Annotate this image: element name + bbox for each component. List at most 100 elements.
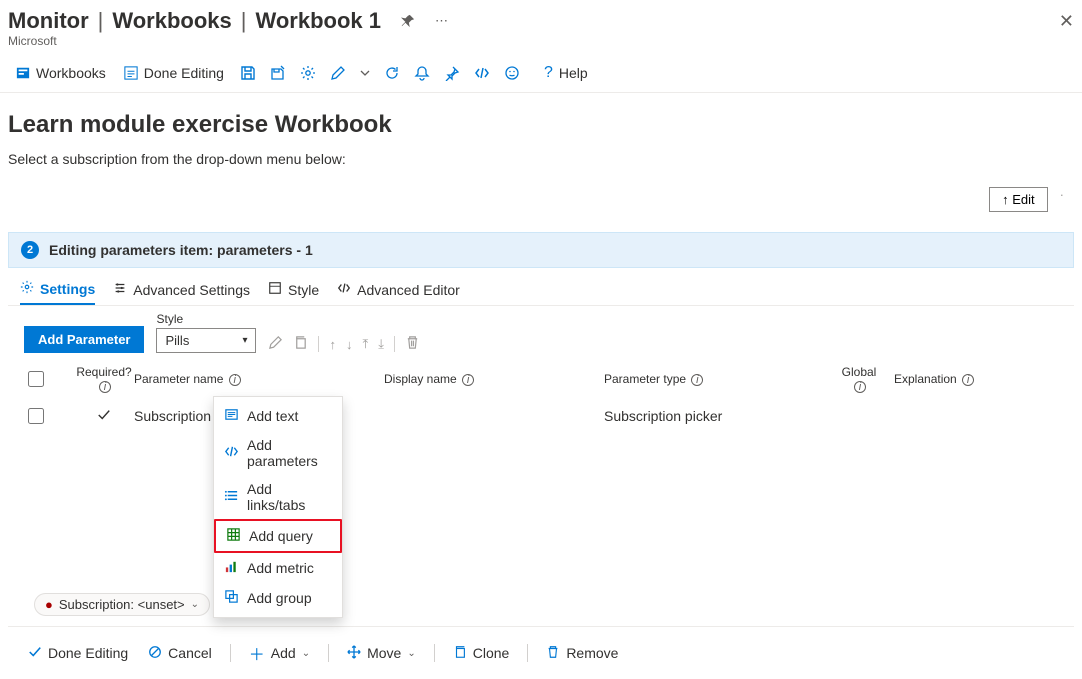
param-bar: Add Parameter Style Pills ▾ ↑ ↓ ⤒ ⤓ [8,306,1074,359]
footer-move-label: Move [367,645,401,661]
menu-add-links-label: Add links/tabs [247,481,332,513]
menu-add-metric[interactable]: Add metric [214,553,342,583]
sliders-icon [113,281,127,298]
breadcrumb-monitor[interactable]: Monitor [8,8,89,34]
toolbar-workbooks[interactable]: Workbooks [8,61,114,85]
arrow-down-icon[interactable]: ↓ [346,337,353,352]
save-icon[interactable] [234,61,262,85]
footer-cancel-label: Cancel [168,645,212,661]
info-icon[interactable]: i [99,381,111,393]
grid-icon [226,527,241,545]
footer-done-editing[interactable]: Done Editing [20,641,136,666]
info-icon[interactable]: i [962,374,974,386]
menu-add-parameters-label: Add parameters [247,437,332,469]
col-explanation: Explanation [894,372,957,386]
step-badge: 2 [21,241,39,259]
breadcrumb-workbooks[interactable]: Workbooks [112,8,231,34]
footer-add-label: Add [271,645,296,661]
footer-move[interactable]: Move ⌄ [339,641,424,666]
close-icon[interactable]: ✕ [1059,11,1074,32]
refresh-icon[interactable] [378,61,406,85]
banner-text: Editing parameters item: parameters - 1 [49,242,313,258]
edit-icon[interactable] [268,335,283,353]
tab-advanced-editor[interactable]: Advanced Editor [337,275,460,304]
table-row[interactable]: Subscription Subscription picker [8,399,1074,433]
toolbar-done-editing[interactable]: Done Editing [116,61,232,85]
help-icon: ? [544,64,553,82]
gear-icon[interactable] [294,61,322,85]
menu-add-group-label: Add group [247,590,312,606]
clone-icon [453,645,467,662]
toolbar-help-label: Help [559,65,588,81]
divider [318,336,319,352]
add-parameter-button[interactable]: Add Parameter [24,326,144,353]
footer-bar: Done Editing Cancel ＋ Add ⌄ Move ⌄ Clone… [8,626,1074,679]
row-type: Subscription picker [604,408,824,424]
footer-remove[interactable]: Remove [538,641,626,666]
more-dots[interactable]: · [1060,187,1064,212]
arrow-up-bar-icon[interactable]: ⤒ [362,336,368,352]
col-required: Required? [76,365,131,379]
style-select[interactable]: Pills ▾ [156,328,256,353]
edit-icon[interactable] [324,61,352,85]
info-icon[interactable]: i [691,374,703,386]
info-icon[interactable]: i [854,381,866,393]
subscription-pill[interactable]: ● Subscription: <unset> ⌄ [34,593,210,616]
tab-advanced-settings[interactable]: Advanced Settings [113,275,250,304]
alert-icon[interactable] [408,61,436,85]
menu-add-metric-label: Add metric [247,560,314,576]
chevron-down-icon: ▾ [242,335,247,346]
error-icon: ● [45,597,53,612]
row-checkbox[interactable] [28,408,44,424]
text-icon [224,407,239,425]
edit-button[interactable]: ↑ Edit [989,187,1048,212]
tab-style[interactable]: Style [268,275,319,304]
subtitle: Microsoft [0,34,1082,54]
more-icon[interactable]: ⋯ [429,9,454,33]
menu-add-text-label: Add text [247,408,298,424]
list-icon [224,488,239,506]
gear-icon [20,280,34,297]
divider [230,644,231,662]
footer-remove-label: Remove [566,645,618,661]
arrow-up-icon[interactable]: ↑ [329,337,336,352]
feedback-icon[interactable] [498,61,526,85]
divider [328,644,329,662]
menu-add-group[interactable]: Add group [214,583,342,613]
col-parameter-name: Parameter name [134,372,223,386]
code-icon [224,444,239,462]
select-all-checkbox[interactable] [28,371,44,387]
sub-pill-row: ● Subscription: <unset> ⌄ [8,583,1074,616]
done-editing-icon [124,66,138,80]
tab-adv-settings-label: Advanced Settings [133,282,250,298]
chevron-down-icon[interactable] [354,64,376,82]
copy-icon[interactable] [293,335,308,353]
col-display-name: Display name [384,372,457,386]
menu-add-text[interactable]: Add text [214,401,342,431]
menu-add-links[interactable]: Add links/tabs [214,475,342,519]
tab-style-label: Style [288,282,319,298]
info-icon[interactable]: i [229,374,241,386]
pin-toolbar-icon[interactable] [438,61,466,85]
footer-clone-label: Clone [473,645,510,661]
trash-icon[interactable] [405,335,420,353]
code-icon[interactable] [468,61,496,85]
footer-cancel[interactable]: Cancel [140,641,220,666]
editing-banner: 2 Editing parameters item: parameters - … [8,232,1074,268]
footer-add[interactable]: ＋ Add ⌄ [241,637,318,669]
arrow-down-bar-icon[interactable]: ⤓ [378,336,384,352]
menu-add-parameters[interactable]: Add parameters [214,431,342,475]
toolbar: Workbooks Done Editing ? Help [0,54,1082,93]
menu-add-query[interactable]: Add query [214,519,342,553]
toolbar-help[interactable]: ? Help [536,60,596,86]
divider [394,336,395,352]
menu-add-query-label: Add query [249,528,313,544]
info-icon[interactable]: i [462,374,474,386]
footer-clone[interactable]: Clone [445,641,518,666]
chevron-down-icon: ⌄ [191,599,199,610]
pin-icon[interactable] [395,10,421,32]
sub-label: Subscription: [59,597,134,612]
code-icon [337,281,351,298]
save-as-icon[interactable] [264,61,292,85]
tab-settings[interactable]: Settings [20,274,95,305]
